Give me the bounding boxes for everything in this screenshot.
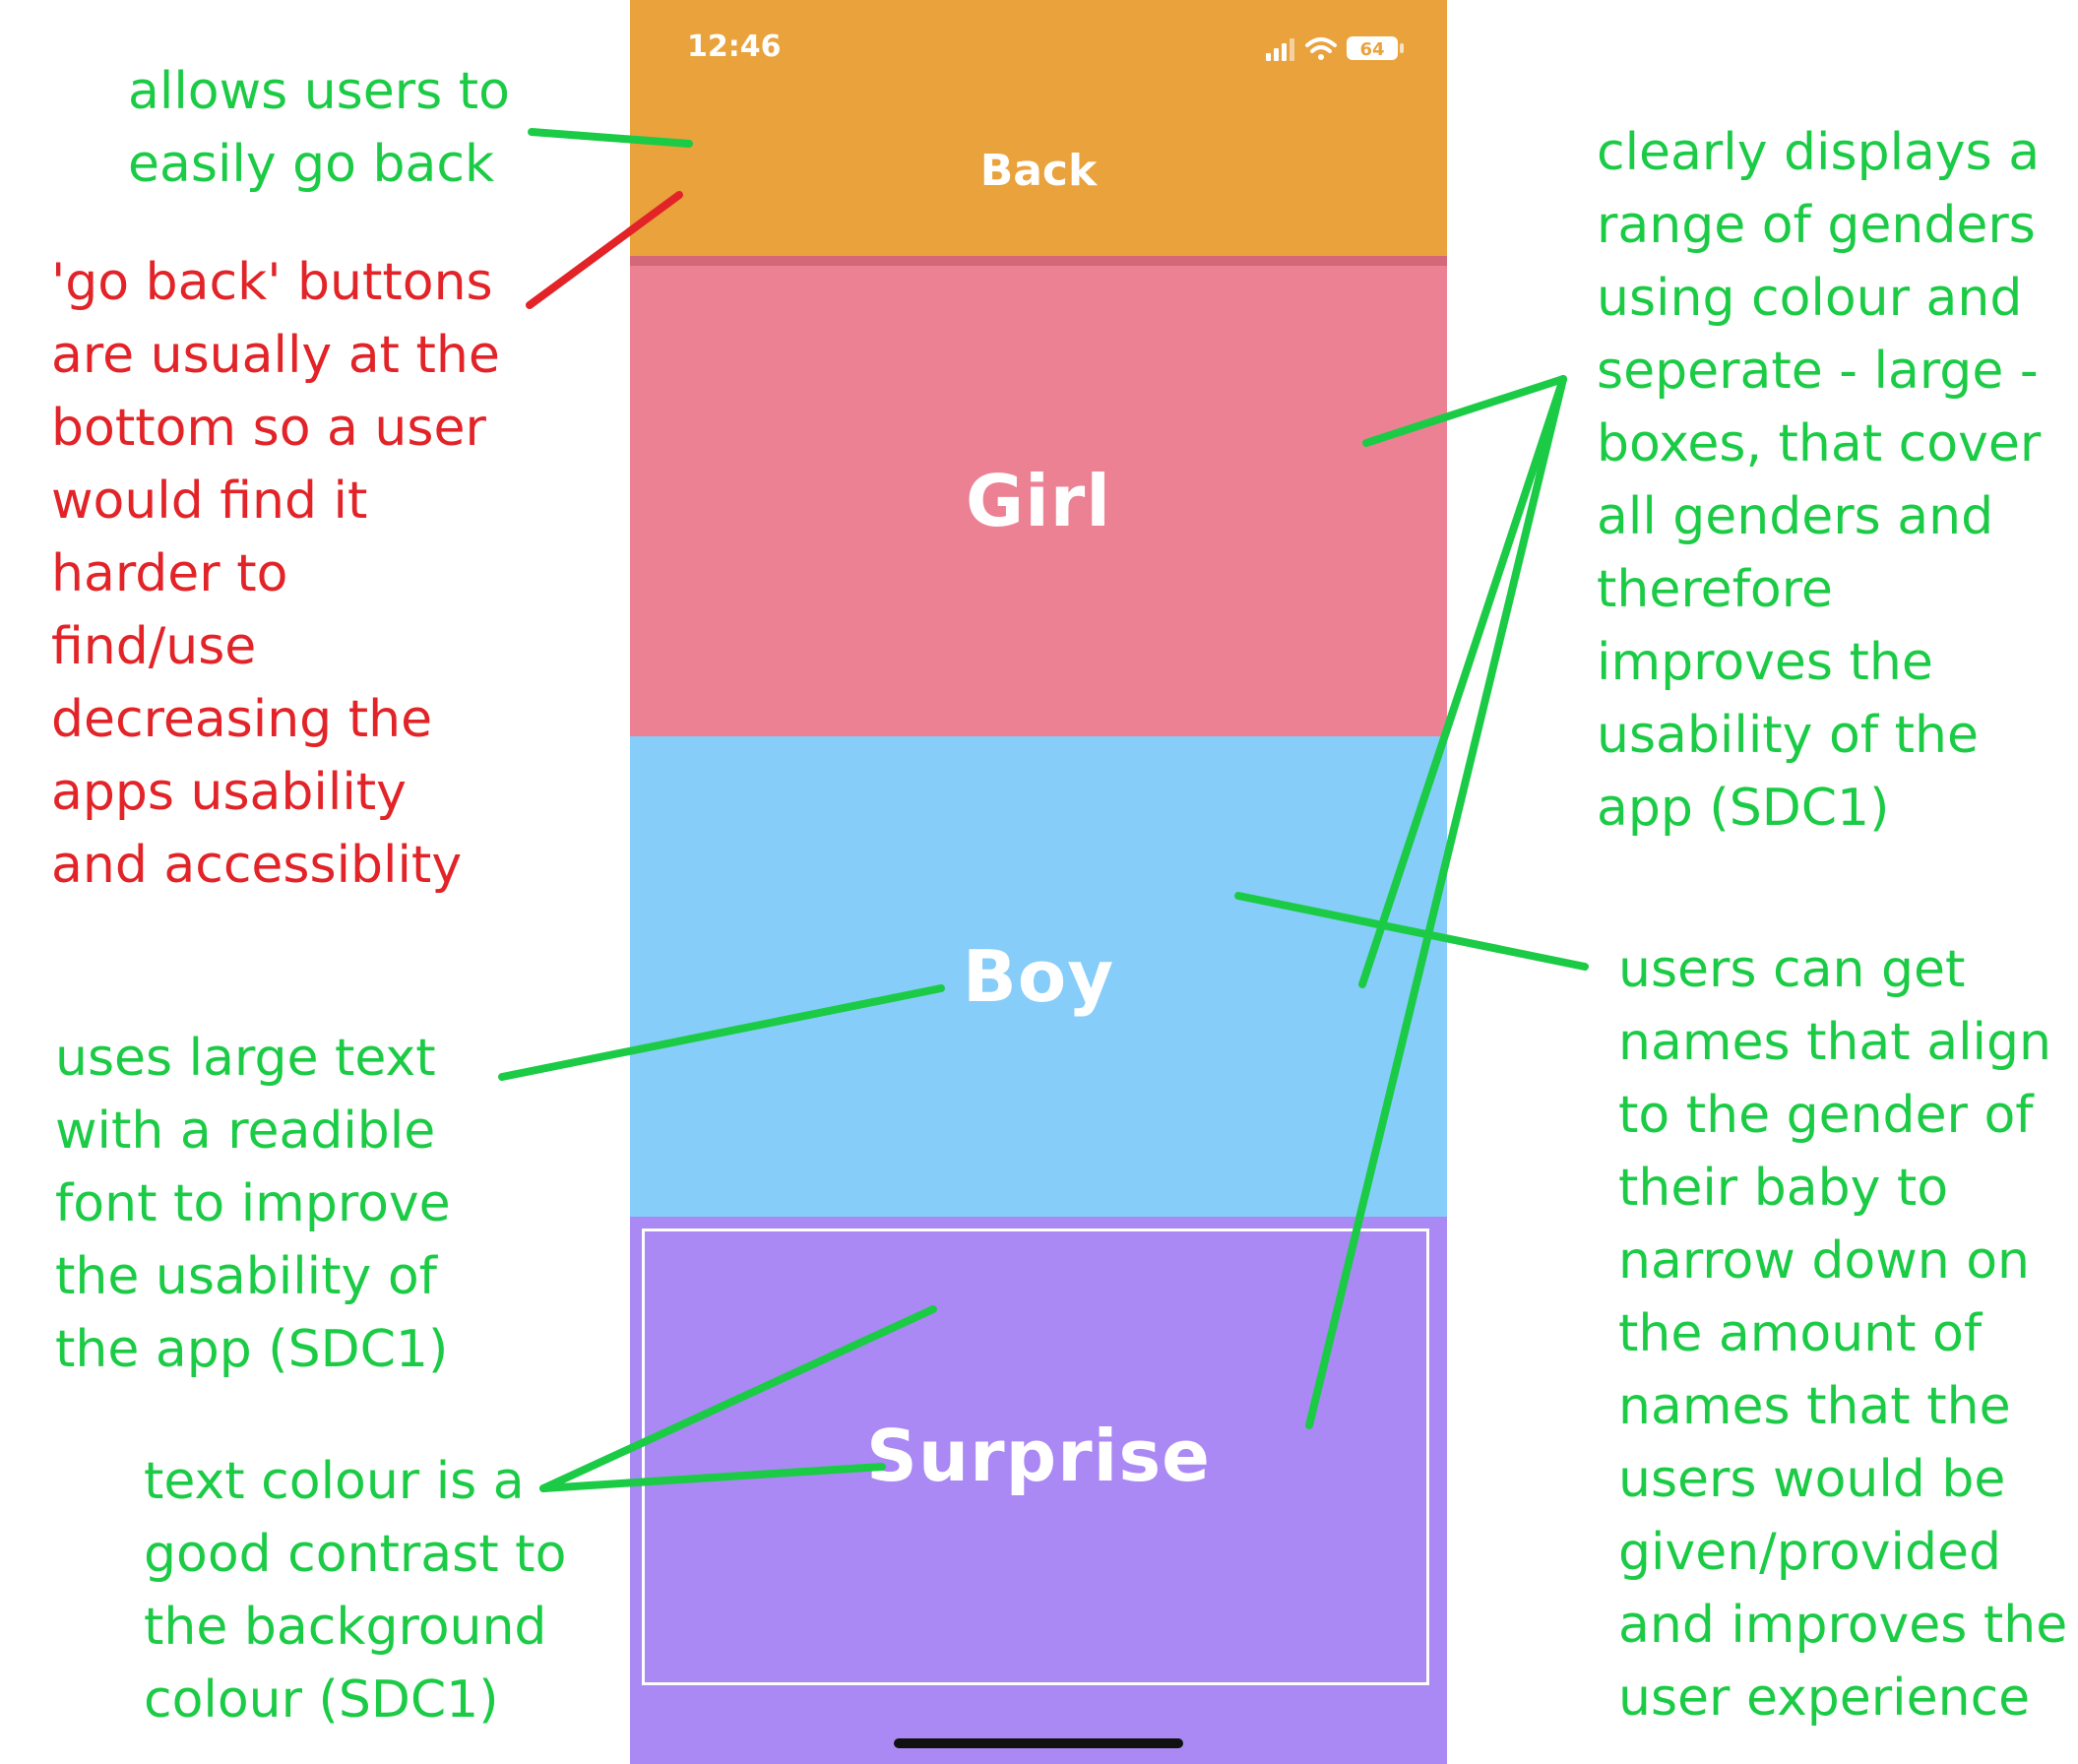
note-line: and improves the [1618,1596,2068,1655]
note-line: good contrast to [144,1525,567,1584]
note-line: seperate - large - [1597,342,2039,401]
note-line: easily go back [128,135,495,194]
annotation-large-text-note: uses large text with a readible font to … [55,1022,451,1386]
girl-option-button[interactable]: Girl [630,266,1447,736]
note-line: find/use [51,617,257,676]
note-line: improves the [1597,633,1933,692]
signal-icon [1266,38,1294,61]
note-line: uses large text [55,1029,436,1088]
note-line: usability of the [1597,706,1979,765]
note-line: bottom so a user [51,399,486,458]
surprise-option-button[interactable]: Surprise [630,1217,1447,1764]
boy-option-label: Boy [962,935,1115,1018]
note-line: with a readible [55,1102,436,1161]
status-icons: 64 [1266,36,1404,61]
note-line: boxes, that cover [1597,414,2042,473]
note-line: user experience [1618,1669,2031,1728]
note-line: app (SDC1) [1597,779,1890,838]
header-bar: 12:46 64 Back [630,0,1447,258]
note-line: their baby to [1618,1159,1949,1218]
note-line: would find it [51,472,368,531]
note-line: all genders and [1597,487,1994,546]
note-line: the amount of [1618,1304,1983,1363]
note-line: harder to [51,544,288,603]
note-line: clearly displays a [1597,123,2041,182]
note-line: font to improve [55,1174,451,1233]
note-line: allows users to [128,62,510,121]
note-line: users would be [1618,1450,2006,1509]
note-line: colour (SDC1) [144,1670,499,1730]
phone-screen: 12:46 64 Back Girl Boy Surprise [630,0,1447,1764]
annotation-genders-note: clearly displays a range of genders usin… [1597,116,2041,845]
note-line: apps usability [51,763,407,822]
annotation-back-note: allows users to easily go back [128,55,510,201]
annotation-contrast-note: text colour is a good contrast to the ba… [144,1445,566,1736]
note-line: 'go back' buttons [51,253,493,312]
note-line: names that the [1618,1377,2011,1436]
girl-option-label: Girl [966,460,1111,542]
header-divider [630,256,1447,266]
note-line: users can get [1618,940,1966,999]
boy-option-button[interactable]: Boy [630,736,1447,1217]
note-line: using colour and [1597,269,2023,328]
note-line: the background [144,1598,547,1657]
note-line: decreasing the [51,690,433,749]
back-button[interactable]: Back [630,146,1447,196]
note-line: therefore [1597,560,1833,619]
wifi-icon [1305,37,1337,60]
home-indicator [894,1738,1183,1748]
note-line: and accessiblity [51,836,463,895]
note-line: to the gender of [1618,1086,2034,1145]
annotation-back-critique: 'go back' buttons are usually at the bot… [51,246,500,902]
note-line: given/provided [1618,1523,2001,1582]
note-line: narrow down on [1618,1231,2031,1291]
note-line: the usability of [55,1247,437,1306]
note-line: the app (SDC1) [55,1320,449,1379]
note-line: are usually at the [51,326,500,385]
battery-icon: 64 [1347,36,1404,60]
note-line: text colour is a [144,1452,525,1511]
note-line: range of genders [1597,196,2036,255]
status-time: 12:46 [687,30,782,64]
note-line: names that align [1618,1013,2051,1072]
surprise-option-label: Surprise [865,1415,1212,1497]
battery-level: 64 [1359,39,1384,60]
annotation-names-note: users can get names that align to the ge… [1618,933,2067,1734]
